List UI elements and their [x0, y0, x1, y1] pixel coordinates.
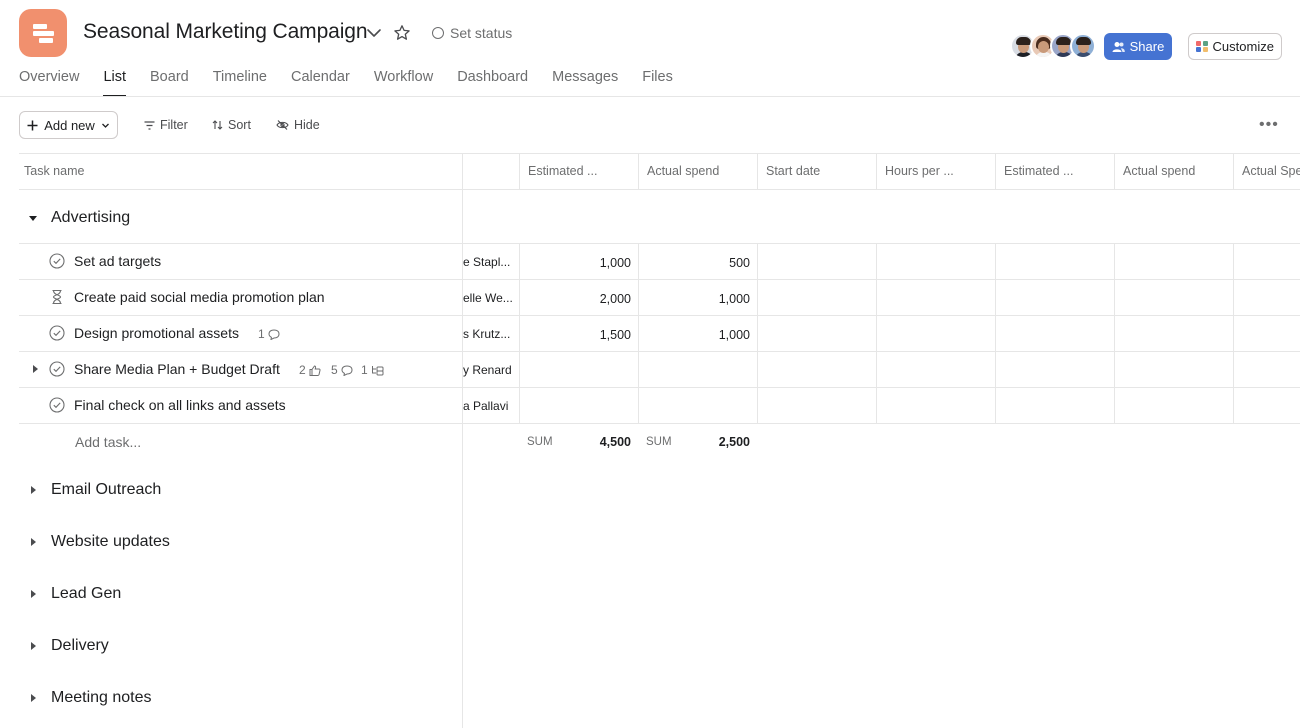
share-label: Share	[1129, 39, 1165, 54]
frozen-column-divider	[462, 153, 463, 728]
task-subtask-count[interactable]: 1	[361, 363, 384, 377]
customize-grid-icon	[1196, 40, 1208, 53]
task-assignee[interactable]: a Pallavi	[463, 399, 515, 413]
member-avatars[interactable]	[1010, 33, 1096, 59]
sum-estimated: 4,500	[599, 435, 631, 449]
caret-right-icon[interactable]	[28, 537, 38, 547]
column-header-hours-per[interactable]: Hours per ...	[885, 164, 989, 178]
more-options-icon[interactable]: •••	[1259, 116, 1279, 134]
add-new-button[interactable]: Add new	[19, 111, 118, 139]
column-header-start-date[interactable]: Start date	[766, 164, 870, 178]
sort-label: Sort	[228, 118, 251, 132]
task-actual-value[interactable]: 500	[639, 256, 750, 270]
task-estimated-value[interactable]: 2,000	[520, 292, 631, 306]
project-tabs: Overview List Board Timeline Calendar Wo…	[19, 69, 697, 97]
section-title-website-updates[interactable]: Website updates	[51, 533, 170, 551]
task-assignee[interactable]: y Renard	[463, 363, 515, 377]
add-new-label: Add new	[44, 117, 95, 133]
customize-label: Customize	[1212, 39, 1274, 54]
hourglass-icon[interactable]	[49, 289, 65, 305]
task-estimated-value[interactable]: 1,500	[520, 328, 631, 342]
task-like-count[interactable]: 2	[299, 363, 321, 377]
share-button[interactable]: Share	[1104, 33, 1172, 60]
filter-label: Filter	[160, 118, 188, 132]
check-circle-icon[interactable]	[49, 253, 65, 269]
caret-right-icon[interactable]	[28, 693, 38, 703]
status-circle-icon	[432, 27, 444, 39]
caret-right-icon[interactable]	[30, 364, 40, 374]
thumbs-up-icon	[309, 364, 321, 376]
check-circle-icon[interactable]	[49, 397, 65, 413]
people-icon	[1112, 41, 1125, 52]
tab-calendar[interactable]: Calendar	[291, 69, 350, 97]
comment-icon	[268, 328, 280, 340]
plus-icon	[27, 120, 38, 130]
column-header-actual-spend[interactable]: Actual spend	[647, 164, 751, 178]
task-name[interactable]: Share Media Plan + Budget Draft	[74, 361, 280, 377]
task-name[interactable]: Set ad targets	[74, 253, 161, 269]
header-bottom-border	[19, 189, 1300, 190]
sum-label: SUM	[646, 436, 672, 448]
tab-workflow[interactable]: Workflow	[374, 69, 433, 97]
project-icon[interactable]	[19, 9, 67, 57]
tab-dashboard[interactable]: Dashboard	[457, 69, 528, 97]
customize-button[interactable]: Customize	[1188, 33, 1282, 60]
task-actual-value[interactable]: 1,000	[639, 328, 750, 342]
sort-icon	[212, 120, 223, 130]
caret-right-icon[interactable]	[28, 641, 38, 651]
tab-messages[interactable]: Messages	[552, 69, 618, 97]
tab-list[interactable]: List	[103, 69, 127, 97]
tab-files[interactable]: Files	[642, 69, 673, 97]
task-comment-count[interactable]: 5	[331, 363, 353, 377]
section-title-delivery[interactable]: Delivery	[51, 637, 109, 655]
add-task-input[interactable]: Add task...	[75, 434, 141, 450]
set-status-label: Set status	[450, 25, 513, 41]
caret-right-icon[interactable]	[28, 485, 38, 495]
caret-down-icon[interactable]	[28, 213, 38, 223]
task-assignee[interactable]: s Krutz...	[463, 327, 515, 341]
chevron-down-icon	[101, 123, 109, 128]
task-name[interactable]: Final check on all links and assets	[74, 397, 286, 413]
star-icon[interactable]	[393, 24, 411, 42]
task-comment-count[interactable]: 1	[258, 327, 280, 341]
check-circle-icon[interactable]	[49, 361, 65, 377]
check-circle-icon[interactable]	[49, 325, 65, 341]
avatar[interactable]	[1070, 33, 1096, 59]
column-header-estimated-2[interactable]: Estimated ...	[1004, 164, 1108, 178]
sum-actual: 2,500	[718, 435, 750, 449]
table-top-border	[19, 153, 1300, 154]
tab-overview[interactable]: Overview	[19, 69, 79, 97]
tab-timeline[interactable]: Timeline	[213, 69, 267, 97]
sum-label: SUM	[527, 436, 553, 448]
task-actual-value[interactable]: 1,000	[639, 292, 750, 306]
caret-right-icon[interactable]	[28, 589, 38, 599]
set-status-button[interactable]: Set status	[432, 25, 512, 41]
hide-label: Hide	[294, 118, 320, 132]
eye-off-icon	[276, 120, 289, 130]
hide-button[interactable]: Hide	[276, 118, 320, 132]
tab-board[interactable]: Board	[150, 69, 189, 97]
task-estimated-value[interactable]: 1,000	[520, 256, 631, 270]
section-title-lead-gen[interactable]: Lead Gen	[51, 585, 121, 603]
project-title[interactable]: Seasonal Marketing Campaign	[83, 20, 368, 44]
section-title-email-outreach[interactable]: Email Outreach	[51, 481, 161, 499]
section-title-advertising[interactable]: Advertising	[51, 209, 130, 227]
filter-button[interactable]: Filter	[144, 118, 188, 132]
task-assignee[interactable]: elle We...	[463, 291, 515, 305]
column-header-task-name[interactable]: Task name	[24, 164, 84, 178]
task-name[interactable]: Create paid social media promotion plan	[74, 289, 325, 305]
chevron-down-icon[interactable]	[365, 24, 383, 42]
column-header-actual-spe[interactable]: Actual Spe	[1242, 164, 1300, 178]
task-name[interactable]: Design promotional assets	[74, 325, 239, 341]
filter-icon	[144, 120, 155, 130]
comment-icon	[341, 364, 353, 376]
sort-button[interactable]: Sort	[212, 118, 251, 132]
column-header-actual-spend-2[interactable]: Actual spend	[1123, 164, 1227, 178]
section-title-meeting-notes[interactable]: Meeting notes	[51, 689, 152, 707]
subtask-icon	[371, 365, 384, 375]
tabs-divider	[0, 96, 1300, 97]
task-assignee[interactable]: e Stapl...	[463, 255, 515, 269]
column-header-estimated[interactable]: Estimated ...	[528, 164, 632, 178]
